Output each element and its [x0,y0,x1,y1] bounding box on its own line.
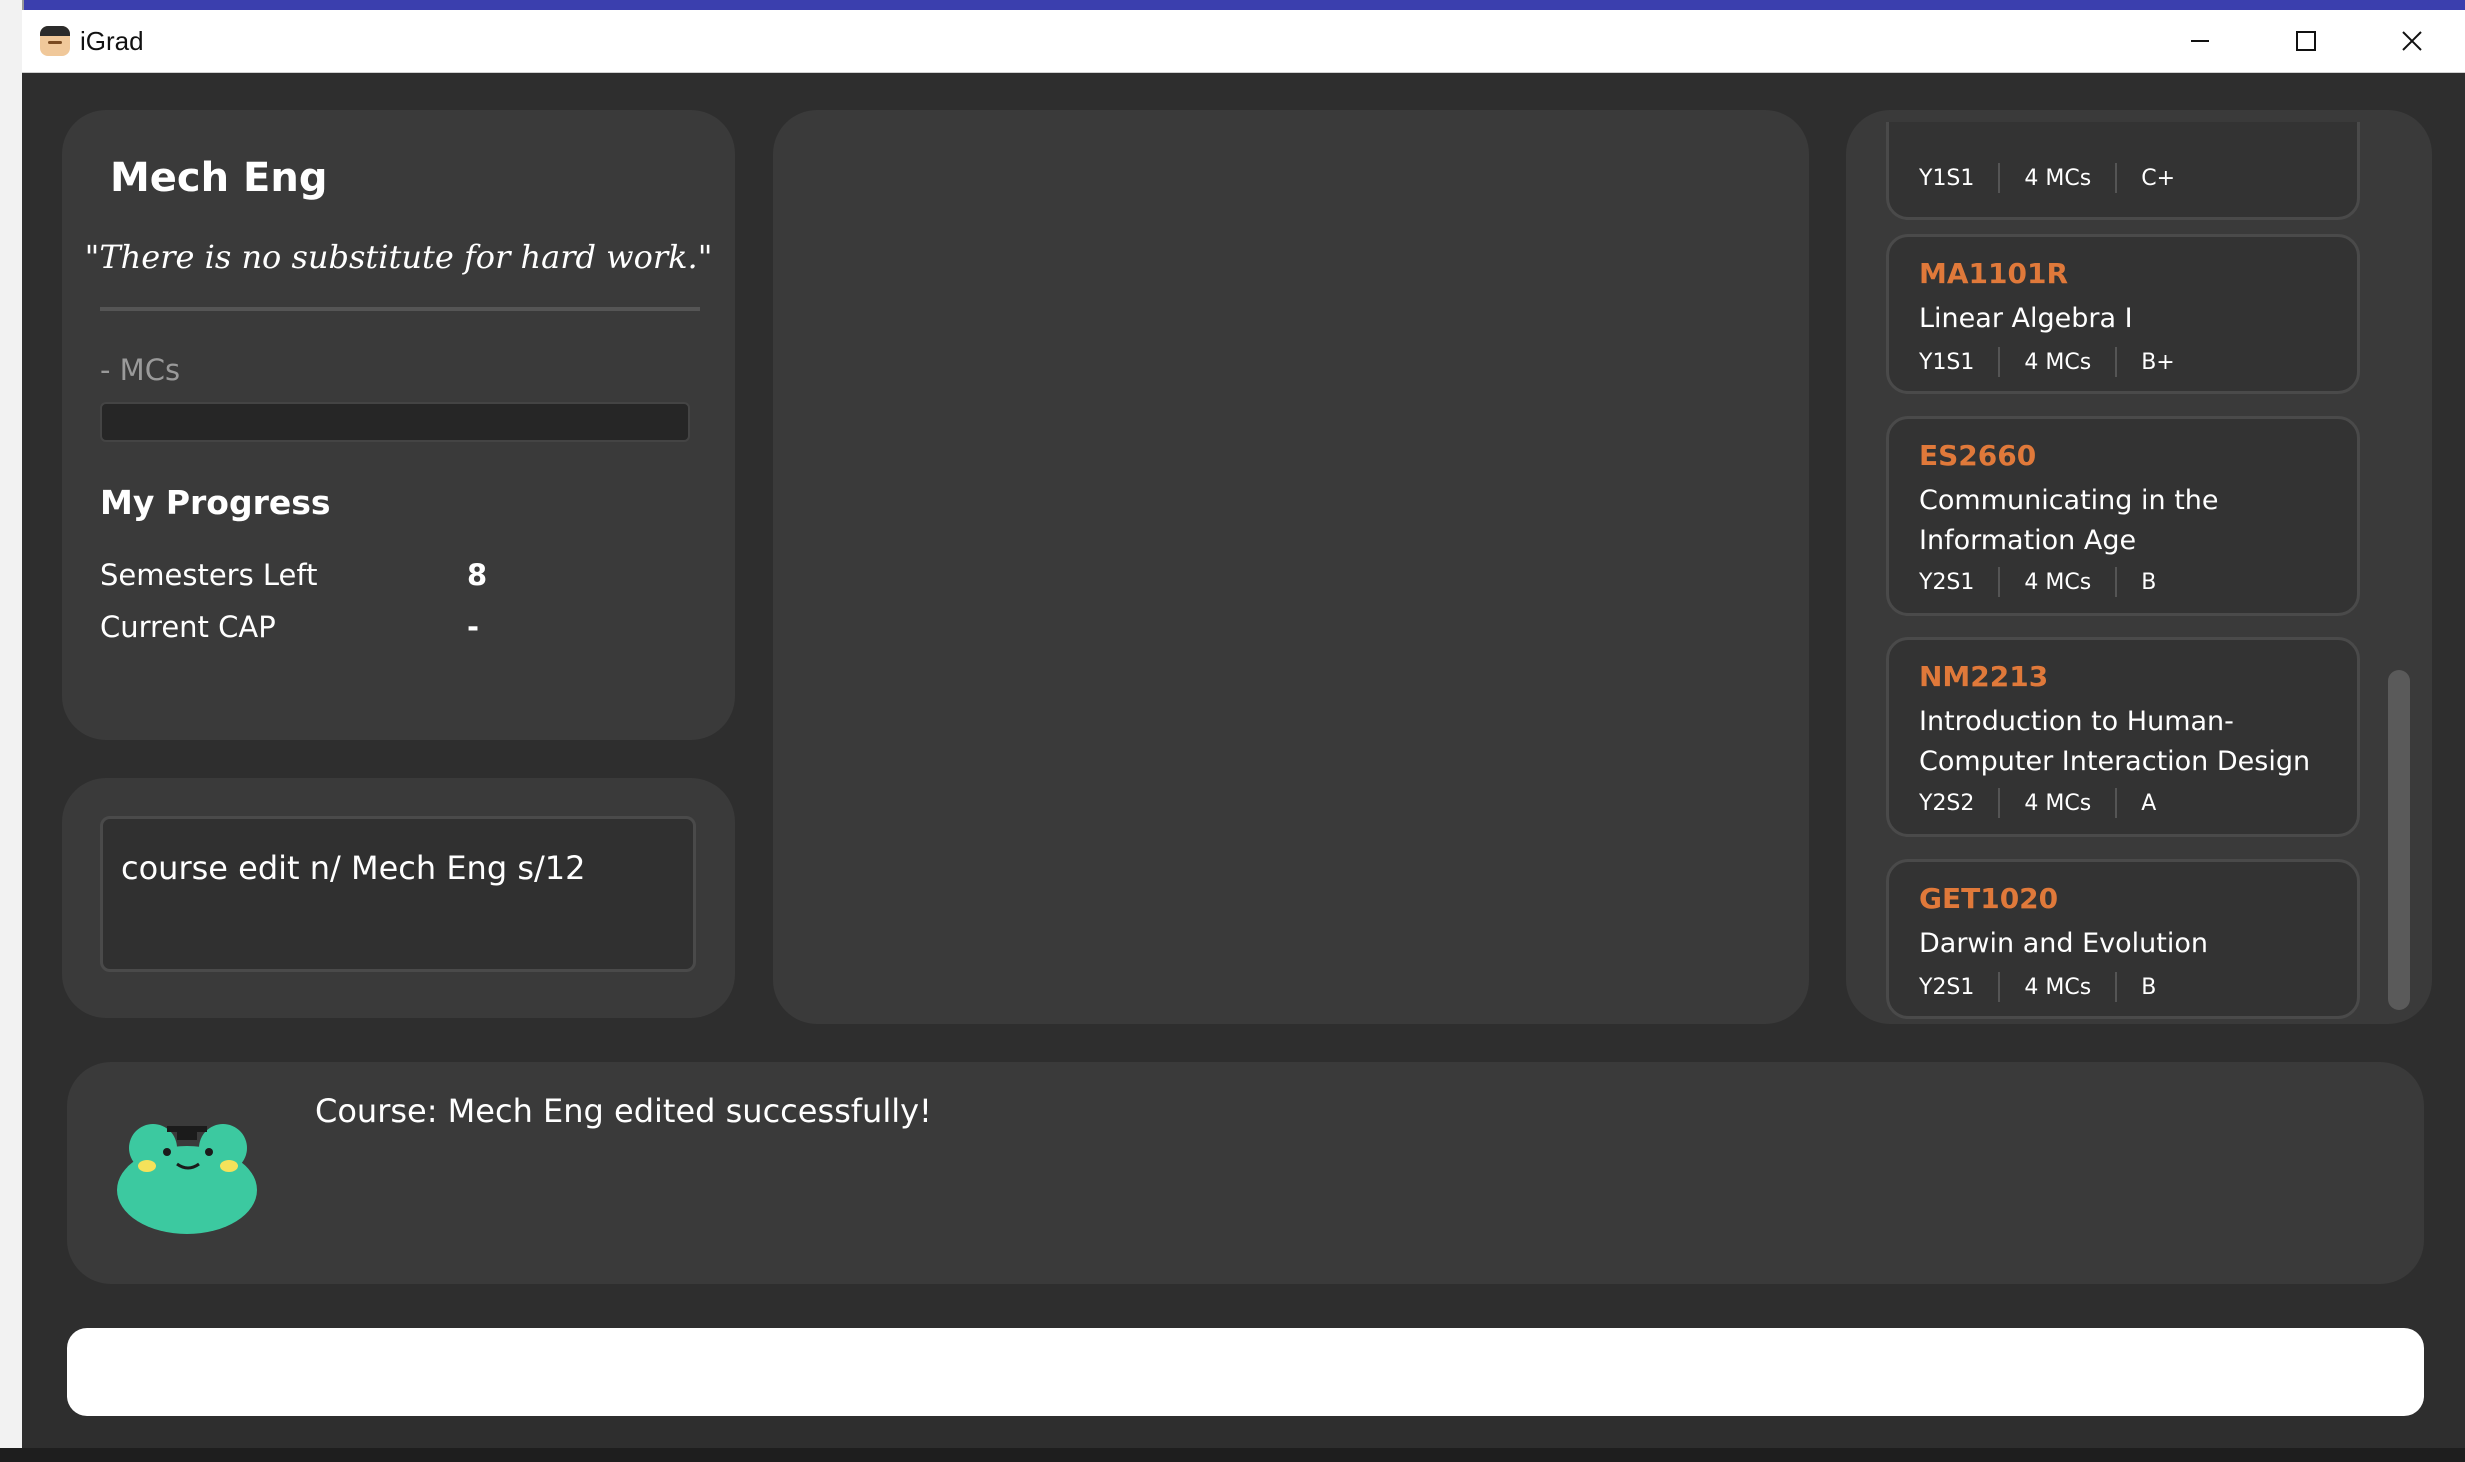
module-card[interactable]: NM2213 Introduction to Human-Computer In… [1886,637,2360,837]
module-grade: B [2141,569,2157,595]
mcs-progress-bar [100,402,690,442]
module-card[interactable]: MA1101R Linear Algebra I Y1S1 4 MCs B+ [1886,234,2360,394]
module-code: NM2213 [1919,660,2049,693]
module-title: Introduction to Human-Computer Interacti… [1919,706,2311,777]
module-mcs: 4 MCs [2024,165,2092,191]
module-meta: Y2S1 4 MCs B [1919,972,2156,1002]
semesters-left-label: Semesters Left [100,558,318,592]
maximize-icon [2296,31,2316,51]
module-title: Linear Algebra I [1919,303,2133,334]
status-bar [67,1328,2424,1416]
desktop-background-top [0,0,2465,10]
current-cap-value: - [467,610,480,644]
module-meta: Y1S1 4 MCs C+ [1919,163,2175,193]
module-card[interactable]: ES2660 Communicating in the Information … [1886,416,2360,616]
app-window: iGrad Mech Eng "There is no substitute f… [22,10,2465,1448]
module-mcs: 4 MCs [2024,974,2092,1000]
course-quote: "There is no substitute for hard work." [84,238,713,276]
course-name: Mech Eng [110,155,328,201]
module-meta: Y2S2 4 MCs A [1919,788,2156,818]
minimize-button[interactable] [2147,10,2253,72]
semesters-left-value: 8 [467,558,488,592]
module-semester: Y2S1 [1919,974,1975,1000]
module-semester: Y1S1 [1919,165,1975,191]
module-code: GET1020 [1919,882,2059,915]
result-panel: Course: Mech Eng edited successfully! [67,1062,2424,1284]
minimize-icon [2191,40,2209,42]
module-mcs: 4 MCs [2024,349,2092,375]
divider [100,307,700,311]
command-panel: course edit n/ Mech Eng s/12 [62,778,735,1018]
desktop-background-bottom [0,1448,2465,1462]
desktop-background-left [0,0,24,1462]
close-icon [2402,31,2422,51]
module-title: Darwin and Evolution [1919,928,2208,959]
module-grade: B [2141,974,2157,1000]
module-list-panel: Y1S1 4 MCs C+ MA1101R Linear Algebra I Y… [1846,110,2432,1024]
module-code: ES2660 [1919,439,2037,472]
frog-mascot-icon [117,1124,257,1234]
module-grade: A [2141,790,2157,816]
module-semester: Y2S1 [1919,569,1975,595]
app-logo-icon [40,26,70,56]
module-list-scrollbar[interactable] [2388,122,2410,1088]
module-semester: Y2S2 [1919,790,1975,816]
command-display[interactable]: course edit n/ Mech Eng s/12 [100,816,696,972]
module-grade: C+ [2141,165,2175,191]
semester-panel [773,110,1809,1024]
close-button[interactable] [2359,10,2465,72]
module-meta: Y2S1 4 MCs B [1919,567,2156,597]
scrollbar-thumb[interactable] [2388,670,2410,1010]
window-title: iGrad [80,25,144,56]
module-grade: B+ [2141,349,2175,375]
result-message: Course: Mech Eng edited successfully! [315,1092,932,1130]
current-cap-label: Current CAP [100,610,276,644]
module-card[interactable]: GET1020 Darwin and Evolution Y2S1 4 MCs … [1886,859,2360,1019]
course-info-panel: Mech Eng "There is no substitute for har… [62,110,735,740]
module-mcs: 4 MCs [2024,790,2092,816]
mcs-label: - MCs [100,353,181,387]
module-title: Communicating in the Information Age [1919,485,2219,556]
module-meta: Y1S1 4 MCs B+ [1919,347,2175,377]
command-text: course edit n/ Mech Eng s/12 [121,849,586,887]
title-bar: iGrad [22,10,2465,73]
maximize-button[interactable] [2253,10,2359,72]
module-semester: Y1S1 [1919,349,1975,375]
module-mcs: 4 MCs [2024,569,2092,595]
progress-title: My Progress [100,483,331,522]
module-card[interactable]: Y1S1 4 MCs C+ [1886,122,2360,220]
module-code: MA1101R [1919,257,2069,290]
module-list: Y1S1 4 MCs C+ MA1101R Linear Algebra I Y… [1846,122,2386,1092]
window-controls [2147,10,2465,72]
